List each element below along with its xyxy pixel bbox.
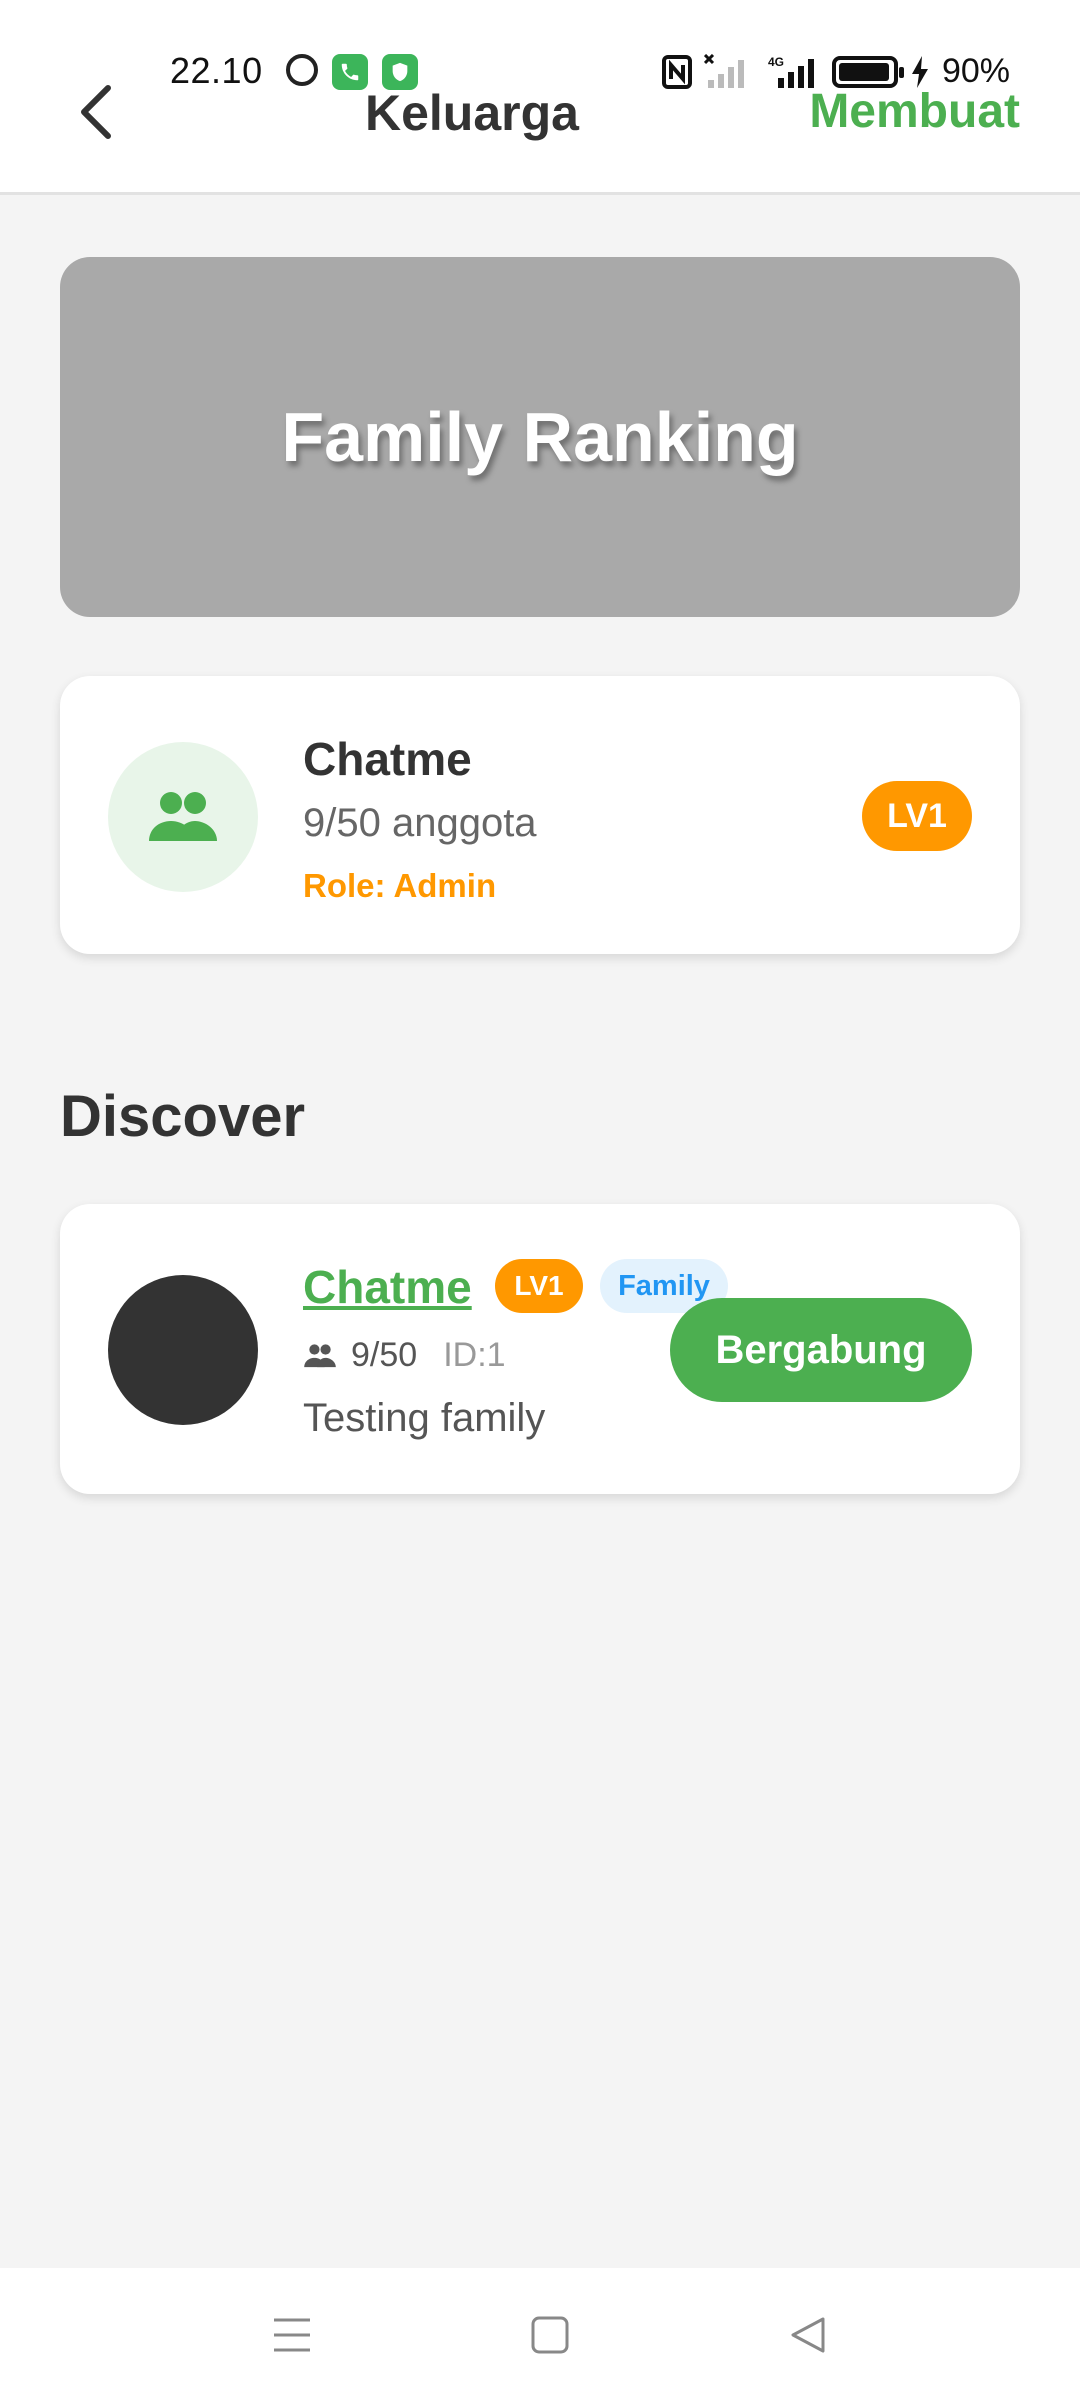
home-button[interactable] <box>520 2310 580 2360</box>
family-role: Role: Admin <box>303 867 497 904</box>
family-avatar <box>108 742 258 892</box>
back-triangle-icon <box>791 2317 825 2353</box>
my-family-card[interactable]: Chatme 9/50 anggota Role: Admin LV1 <box>60 676 1020 954</box>
discover-family-description: Testing family <box>303 1396 546 1440</box>
phone-notification-icon <box>332 54 368 90</box>
system-nav-bar <box>0 2268 1080 2400</box>
group-icon <box>149 792 217 841</box>
nfc-icon <box>661 54 692 89</box>
app-header: 22.10 4G 90% Keluarga Membuat <box>0 0 1080 195</box>
discover-family-avatar <box>108 1275 258 1425</box>
family-member-count: 9/50 anggota <box>303 801 537 845</box>
svg-text:4G: 4G <box>768 55 784 69</box>
family-name: Chatme <box>303 733 472 785</box>
discover-section-title: Discover <box>60 1084 306 1149</box>
banner-title: Family Ranking <box>281 398 799 476</box>
discover-family-name[interactable]: Chatme <box>303 1260 472 1314</box>
discover-family-card[interactable]: Chatme LV1 Family 9/50 ID:1 Testing fami… <box>60 1204 1020 1494</box>
back-button[interactable] <box>70 82 122 142</box>
discover-family-id: ID:1 <box>443 1336 506 1374</box>
chat-notification-icon <box>286 54 318 86</box>
create-family-button[interactable]: Membuat <box>809 84 1020 139</box>
discover-level-badge: LV1 <box>495 1259 583 1313</box>
status-time: 22.10 <box>170 50 263 91</box>
recent-apps-button[interactable] <box>262 2310 322 2360</box>
members-icon <box>304 1343 336 1367</box>
menu-icon <box>274 2318 310 2352</box>
join-family-button[interactable]: Bergabung <box>670 1298 972 1402</box>
system-back-button[interactable] <box>778 2310 838 2360</box>
battery-icon <box>831 55 904 88</box>
page-title: Keluarga <box>365 85 579 141</box>
chevron-left-icon <box>81 85 111 139</box>
discover-family-meta: 9/50 ID:1 <box>303 1336 506 1375</box>
family-ranking-banner[interactable]: Family Ranking <box>60 257 1020 617</box>
signal-sim1-icon <box>703 53 744 88</box>
discover-member-count: 9/50 <box>351 1336 418 1374</box>
family-level-badge: LV1 <box>862 781 972 851</box>
home-square-icon <box>531 2316 569 2354</box>
